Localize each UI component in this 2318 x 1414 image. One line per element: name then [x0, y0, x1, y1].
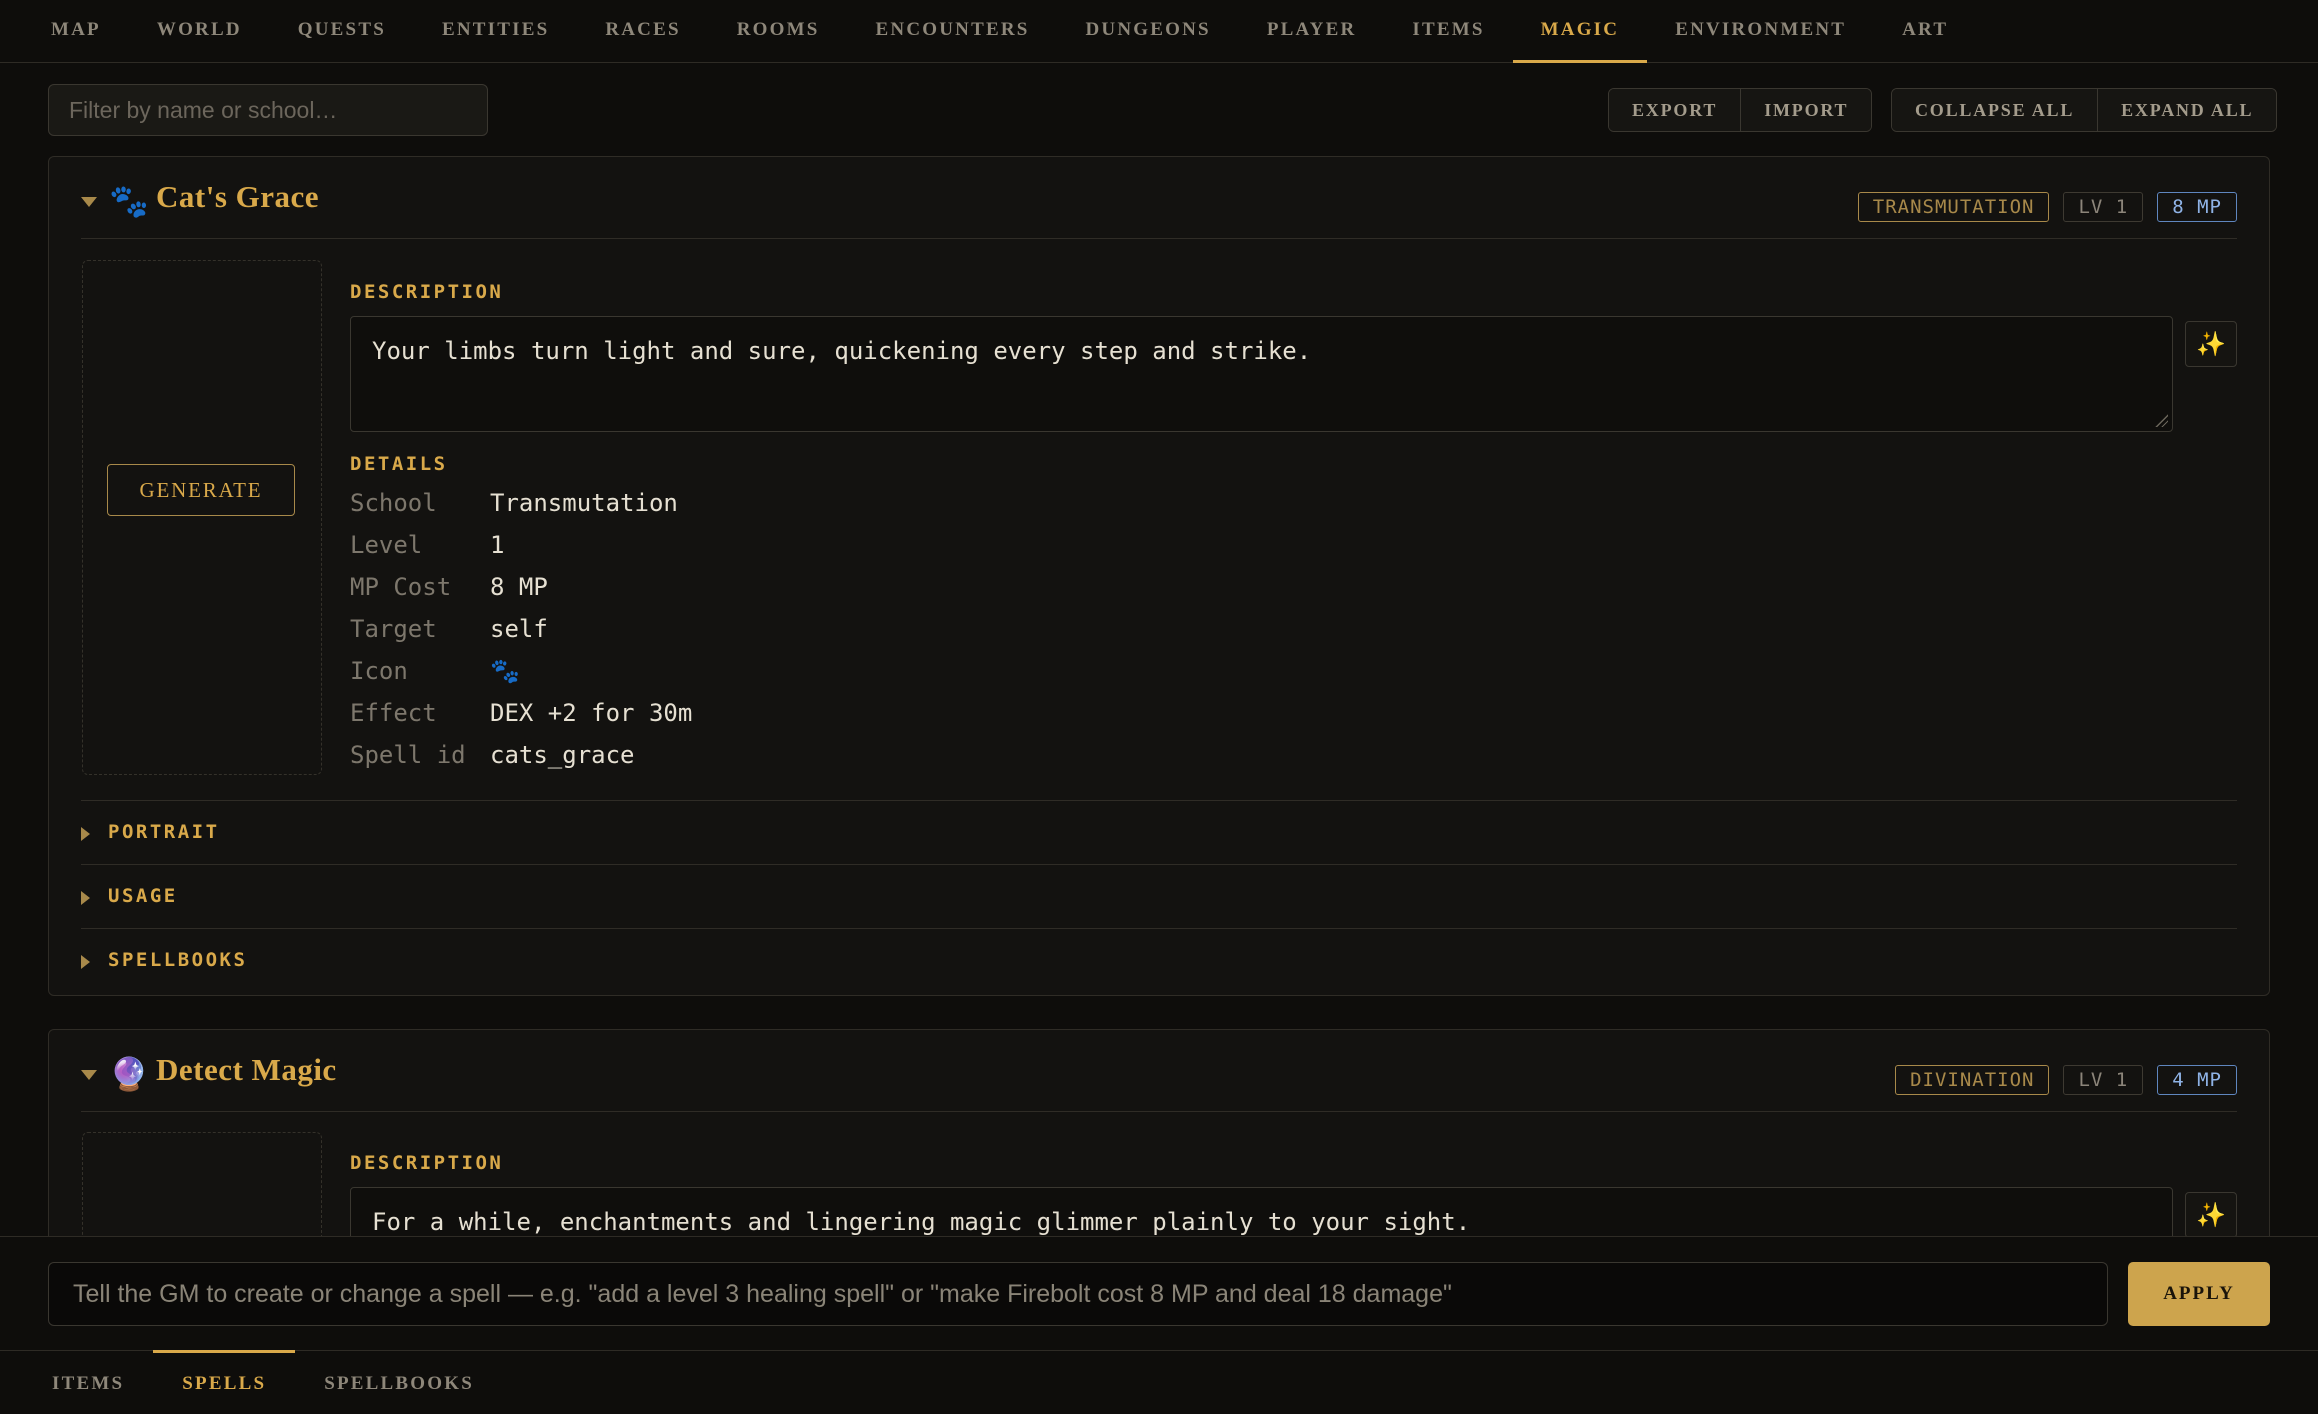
section-label: PORTRAIT	[108, 821, 220, 843]
tab-player[interactable]: PLAYER	[1239, 0, 1385, 63]
tab-art[interactable]: ART	[1874, 0, 1976, 63]
detail-key: Target	[350, 615, 437, 643]
bottom-nav: ITEMS SPELLS SPELLBOOKS	[0, 1350, 2318, 1414]
description-textarea[interactable]: Your limbs turn light and sure, quickeni…	[350, 316, 2173, 432]
detail-key: Effect	[350, 699, 437, 727]
description-text: For a while, enchantments and lingering …	[372, 1208, 1471, 1236]
tab-rooms[interactable]: ROOMS	[709, 0, 848, 63]
collapse-caret-icon[interactable]	[81, 1070, 97, 1080]
tab-spellbooks[interactable]: SPELLBOOKS	[295, 1350, 503, 1414]
tab-dungeons[interactable]: DUNGEONS	[1058, 0, 1239, 63]
section-label: USAGE	[108, 885, 178, 907]
spell-card-header[interactable]: 🐾 Cat's Grace TRANSMUTATION LV 1 8 MP	[81, 157, 2237, 239]
top-nav: MAP WORLD QUESTS ENTITIES RACES ROOMS EN…	[0, 0, 2318, 63]
resize-handle-icon[interactable]	[2154, 413, 2168, 427]
section-label: SPELLBOOKS	[108, 949, 248, 971]
spell-card-header[interactable]: 🔮 Detect Magic DIVINATION LV 1 4 MP	[81, 1030, 2237, 1112]
detail-value: 8 MP	[490, 573, 548, 601]
details-label: DETAILS	[350, 453, 448, 475]
spell-title: Cat's Grace	[156, 179, 320, 214]
import-button[interactable]: IMPORT	[1740, 89, 1872, 131]
school-badge: TRANSMUTATION	[1857, 192, 2050, 222]
tab-races[interactable]: RACES	[577, 0, 708, 63]
expand-caret-icon	[81, 891, 90, 905]
spell-card: 🐾 Cat's Grace TRANSMUTATION LV 1 8 MP GE…	[48, 156, 2270, 996]
expand-all-button[interactable]: EXPAND ALL	[2097, 89, 2277, 131]
detail-value: DEX +2 for 30m	[490, 699, 693, 727]
section-usage[interactable]: USAGE	[81, 864, 2237, 928]
ai-assist-button[interactable]: ✨	[2185, 1192, 2237, 1238]
tab-world[interactable]: WORLD	[129, 0, 270, 63]
description-label: DESCRIPTION	[350, 1152, 504, 1174]
paw-icon: 🐾	[109, 183, 149, 219]
tab-encounters[interactable]: ENCOUNTERS	[848, 0, 1058, 63]
detail-key: School	[350, 489, 437, 517]
detail-key: MP Cost	[350, 573, 452, 601]
section-spellbooks[interactable]: SPELLBOOKS	[81, 928, 2237, 992]
collapse-caret-icon[interactable]	[81, 197, 97, 207]
tab-items[interactable]: ITEMS	[1384, 0, 1512, 63]
tab-quests[interactable]: QUESTS	[270, 0, 414, 63]
tab-items-sub[interactable]: ITEMS	[23, 1350, 153, 1414]
detail-key: Level	[350, 531, 423, 559]
section-portrait[interactable]: PORTRAIT	[81, 800, 2237, 864]
mp-badge: 4 MP	[2157, 1065, 2237, 1095]
filter-input[interactable]	[48, 84, 488, 136]
collapse-all-button[interactable]: COLLAPSE ALL	[1892, 89, 2098, 131]
tab-environment[interactable]: ENVIRONMENT	[1647, 0, 1874, 63]
detail-key: Icon	[350, 657, 408, 685]
gm-prompt-input[interactable]	[48, 1262, 2108, 1326]
level-badge: LV 1	[2063, 192, 2144, 222]
detail-value: self	[490, 615, 548, 643]
description-text: Your limbs turn light and sure, quickeni…	[372, 337, 1312, 365]
spell-badges: DIVINATION LV 1 4 MP	[1895, 1065, 2237, 1095]
expand-caret-icon	[81, 827, 90, 841]
expand-caret-icon	[81, 955, 90, 969]
tab-magic[interactable]: MAGIC	[1512, 0, 1648, 63]
detail-value: cats_grace	[490, 741, 635, 769]
portrait-placeholder: GENERATE	[82, 260, 322, 775]
tab-map[interactable]: MAP	[23, 0, 129, 63]
crystal-ball-icon: 🔮	[109, 1056, 149, 1092]
mp-badge: 8 MP	[2157, 192, 2237, 222]
level-badge: LV 1	[2063, 1065, 2144, 1095]
spell-title: Detect Magic	[156, 1052, 337, 1087]
spell-badges: TRANSMUTATION LV 1 8 MP	[1857, 192, 2237, 222]
collapse-expand-group: COLLAPSE ALL EXPAND ALL	[1891, 88, 2278, 132]
generate-button[interactable]: GENERATE	[107, 464, 295, 516]
description-label: DESCRIPTION	[350, 281, 504, 303]
apply-button[interactable]: APPLY	[2128, 1262, 2270, 1326]
tab-entities[interactable]: ENTITIES	[414, 0, 577, 63]
detail-value: Transmutation	[490, 489, 678, 517]
sparkles-icon: ✨	[2196, 330, 2226, 358]
gm-prompt-bar: APPLY	[0, 1236, 2318, 1350]
export-button[interactable]: EXPORT	[1609, 89, 1741, 131]
export-import-group: EXPORT IMPORT	[1608, 88, 1873, 132]
paw-icon: 🐾	[490, 657, 520, 685]
sparkles-icon: ✨	[2196, 1201, 2226, 1229]
detail-key: Spell id	[350, 741, 466, 769]
school-badge: DIVINATION	[1895, 1065, 2050, 1095]
tab-spells[interactable]: SPELLS	[153, 1350, 296, 1414]
toolbar: EXPORT IMPORT COLLAPSE ALL EXPAND ALL	[48, 84, 2285, 136]
detail-value: 1	[490, 531, 505, 559]
ai-assist-button[interactable]: ✨	[2185, 321, 2237, 367]
